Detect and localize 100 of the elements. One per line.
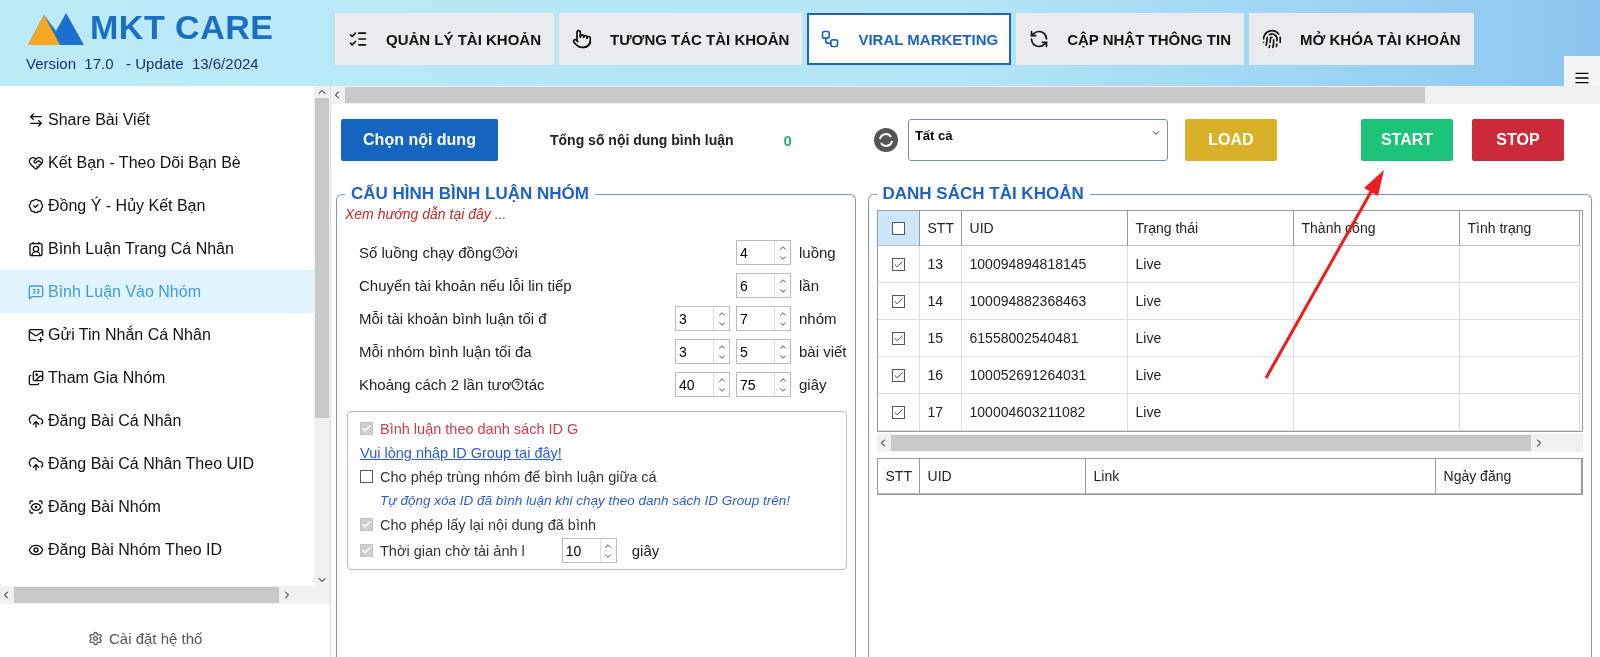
- stop-button[interactable]: STOP: [1472, 119, 1564, 161]
- table-cell: 100052691264031: [961, 357, 1128, 394]
- checkbox[interactable]: [360, 470, 373, 483]
- eye-search-icon: [28, 498, 44, 515]
- horizontal-scrollbar[interactable]: [331, 86, 1600, 104]
- refresh-icon[interactable]: [873, 128, 898, 152]
- version-text: Version 17.0 - Update 13/6/2024: [26, 55, 260, 72]
- cloud-upload-icon: [28, 412, 44, 429]
- number-spinner[interactable]: 4: [736, 240, 791, 265]
- horizontal-scrollbar[interactable]: [0, 586, 330, 604]
- arrows-icon: [28, 111, 44, 128]
- note-text: Tự động xóa ID đã bình luận khi chạy theo danh sách ID Group trên!: [379, 493, 791, 508]
- field-label: Khoảng cách 2 lần tươ: [359, 376, 512, 393]
- checkbox[interactable]: [360, 422, 373, 435]
- unit-label: luồng: [799, 244, 836, 261]
- checkbox[interactable]: [360, 518, 373, 531]
- sidebar-item[interactable]: Bình Luận Trang Cá Nhân: [0, 227, 314, 270]
- column-header: STT: [877, 459, 920, 494]
- field-label: ời: [504, 244, 518, 261]
- unit-label: lần: [799, 277, 820, 294]
- table-cell: 16: [919, 357, 962, 394]
- table-cell: Live: [1127, 320, 1294, 357]
- tab[interactable]: TƯƠNG TÁC TÀI KHOẢN: [559, 13, 803, 65]
- checklist-icon: [348, 29, 368, 49]
- unit-label: giây: [799, 376, 827, 393]
- unit-label: bài viết: [799, 343, 847, 360]
- row-checkbox[interactable]: [891, 257, 905, 271]
- settings-link[interactable]: Cài đặt hệ thố: [0, 630, 330, 647]
- column-header: Trạng thái: [1127, 211, 1294, 246]
- table-cell: 61558002540481: [961, 320, 1128, 357]
- field-label: n tiếp: [534, 277, 572, 294]
- table-cell: 100094894818145: [961, 246, 1128, 283]
- number-spinner[interactable]: 5: [736, 339, 791, 364]
- app-name: MKT CARE: [90, 8, 274, 47]
- table-cell: 14: [919, 283, 962, 320]
- number-spinner[interactable]: 40: [675, 372, 730, 397]
- help-icon[interactable]: [491, 246, 505, 259]
- option-label: Bình luận theo danh sách ID G: [380, 420, 579, 437]
- tab[interactable]: MỞ KHÓA TÀI KHOẢN: [1249, 13, 1474, 65]
- number-spinner[interactable]: 3: [675, 339, 730, 364]
- option-label: Cho phép trùng nhóm để bình luận giữa cá: [380, 468, 657, 485]
- panel-title: DANH SÁCH TÀI KHOẢN: [881, 184, 1085, 204]
- panel-title: CẤU HÌNH BÌNH LUẬN NHÓM: [350, 184, 590, 204]
- field-label: Mỗi nhóm bình luận tối đa: [359, 343, 532, 360]
- field-label: Mỗi tài khoản bình luận tối đ: [359, 310, 547, 327]
- group-id-link[interactable]: Vui lòng nhập ID Group tại đây!: [360, 444, 562, 461]
- nodes-icon: [820, 29, 841, 49]
- sidebar-item[interactable]: Đồng Ý - Hủy Kết Bạn: [0, 184, 314, 227]
- images-icon: [28, 369, 44, 386]
- horizontal-scrollbar[interactable]: [876, 434, 1583, 452]
- table-cell: 100004603211082: [961, 394, 1128, 431]
- sidebar-item[interactable]: Share Bài Viết: [0, 98, 314, 141]
- number-spinner[interactable]: 75: [736, 372, 791, 397]
- sidebar-item[interactable]: Đăng Bài Cá Nhân Theo UID: [0, 442, 314, 485]
- badge-check-icon: [28, 197, 44, 214]
- vertical-scrollbar[interactable]: [314, 86, 330, 586]
- sidebar-item[interactable]: Đăng Bài Cá Nhân: [0, 399, 314, 442]
- contact-card-icon: [28, 240, 44, 257]
- sidebar-item[interactable]: Tham Gia Nhóm: [0, 356, 314, 399]
- number-spinner[interactable]: 10: [561, 538, 617, 563]
- number-spinner[interactable]: 7: [736, 306, 791, 331]
- table-cell: 17: [919, 394, 962, 431]
- field-label: tác: [524, 376, 545, 393]
- dropdown-caret-icon: [1150, 128, 1161, 138]
- column-header: Ngày đăng: [1435, 459, 1582, 494]
- option-label: Thời gian chờ tải ảnh l: [380, 542, 525, 559]
- tab[interactable]: CẬP NHẬT THÔNG TIN: [1016, 13, 1245, 65]
- select-all-checkbox[interactable]: [891, 221, 905, 235]
- column-header: STT: [919, 211, 962, 246]
- fingerprint-icon: [1262, 29, 1283, 49]
- row-checkbox[interactable]: [891, 331, 905, 345]
- row-checkbox[interactable]: [891, 405, 905, 419]
- guide-link[interactable]: Xem hướng dẫn tại đây ...: [345, 204, 847, 236]
- sidebar-item[interactable]: Kết Bạn - Theo Dõi Bạn Bè: [0, 141, 314, 184]
- sidebar-item[interactable]: Đăng Bài Nhóm Theo ID: [0, 528, 314, 571]
- cloud-upload-icon: [28, 455, 44, 472]
- column-header: Link: [1085, 459, 1436, 494]
- filter-dropdown[interactable]: Tất cả: [907, 119, 1168, 161]
- help-icon[interactable]: [511, 378, 525, 391]
- checkbox[interactable]: [360, 544, 373, 557]
- row-checkbox[interactable]: [891, 368, 905, 382]
- table-cell: Live: [1127, 246, 1294, 283]
- settings-icon: [88, 631, 103, 646]
- column-header: UID: [961, 211, 1128, 246]
- column-header: UID: [919, 459, 1086, 494]
- table-cell: 100094882368463: [961, 283, 1128, 320]
- count-value: 0: [783, 131, 792, 149]
- table-cell: Live: [1127, 394, 1294, 431]
- field-label: Chuyển tài khoản nếu lỗi li: [359, 277, 535, 294]
- sidebar-item[interactable]: Đăng Bài Nhóm: [0, 485, 314, 528]
- sidebar-item[interactable]: Gửi Tin Nhắn Cá Nhân: [0, 313, 314, 356]
- tab[interactable]: QUẢN LÝ TÀI KHOẢN: [335, 13, 554, 65]
- row-checkbox[interactable]: [891, 294, 905, 308]
- choose-content-button[interactable]: Chọn nội dung: [341, 119, 498, 161]
- table-cell: Live: [1127, 357, 1294, 394]
- unit-label: nhóm: [799, 310, 837, 327]
- number-spinner[interactable]: 3: [675, 306, 730, 331]
- table-cell: Live: [1127, 283, 1294, 320]
- number-spinner[interactable]: 6: [736, 273, 791, 298]
- tab[interactable]: VIRAL MARKETING: [807, 13, 1012, 65]
